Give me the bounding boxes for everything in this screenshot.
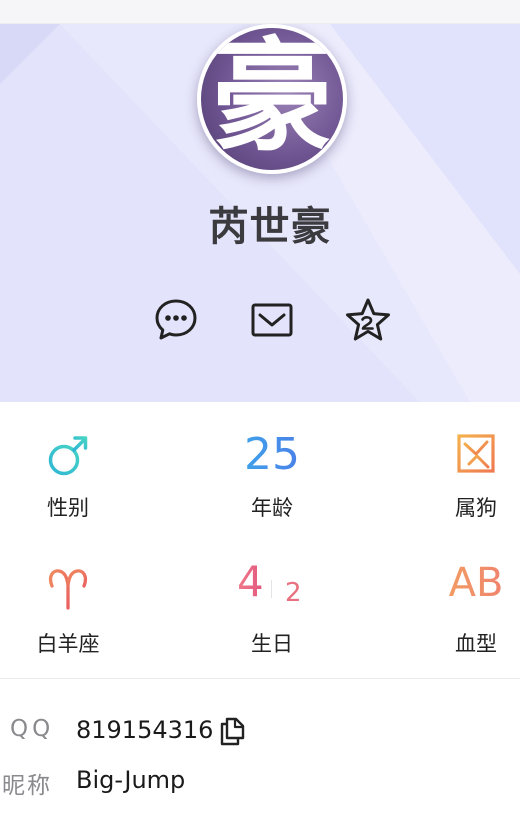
- copy-icon[interactable]: [219, 716, 247, 746]
- blood-type-label: 血型: [455, 632, 497, 656]
- age-cell: 25 年龄: [212, 402, 332, 521]
- birthday-cell: 4 2 生日: [212, 550, 332, 660]
- nickname-value: Big-Jump: [76, 766, 186, 794]
- star-icon: [346, 298, 390, 341]
- chinese-zodiac-cell: 属狗: [416, 402, 520, 520]
- aries-icon: [48, 569, 88, 610]
- birthday-day: 2: [285, 578, 302, 608]
- chat-bubble-icon: [155, 299, 197, 340]
- age-value: 25: [212, 430, 332, 480]
- user-name: 芮世豪: [208, 204, 332, 250]
- attribute-grid: 性别 25 年龄 属狗 白羊座 4 2 生日 AB 血型: [0, 402, 520, 677]
- male-symbol-icon: [48, 436, 88, 476]
- nickname-key: 昵称: [2, 773, 52, 799]
- gender-label: 性别: [47, 496, 89, 520]
- qq-row: QQ 819154316: [0, 716, 520, 756]
- zodiac-label: 属狗: [455, 496, 497, 520]
- qq-key: QQ: [10, 716, 55, 742]
- section-divider: [0, 678, 520, 679]
- birthday-label: 生日: [251, 632, 293, 656]
- blood-type-cell: AB 血型: [416, 550, 520, 660]
- gender-cell: 性别: [8, 402, 128, 520]
- age-label: 年龄: [251, 496, 293, 520]
- avatar[interactable]: 豪: [197, 24, 347, 174]
- constellation-label: 白羊座: [36, 632, 100, 656]
- chat-button[interactable]: [152, 296, 200, 344]
- zodiac-dog-icon: [457, 434, 495, 473]
- mail-icon: [251, 303, 293, 337]
- birthday-separator: [271, 580, 272, 598]
- nickname-row: 昵称 Big-Jump: [0, 766, 520, 806]
- top-bar: [0, 0, 520, 24]
- qq-value: 819154316: [76, 716, 214, 744]
- profile-header: 豪 芮世豪: [0, 24, 520, 402]
- constellation-cell: 白羊座: [8, 550, 128, 660]
- favorite-button[interactable]: [344, 296, 392, 344]
- blood-type-value: AB: [416, 558, 520, 608]
- birthday-month: 4: [237, 557, 264, 606]
- birthday-value: 4 2: [212, 557, 332, 609]
- avatar-character: 豪: [211, 24, 333, 168]
- mail-button[interactable]: [248, 296, 296, 344]
